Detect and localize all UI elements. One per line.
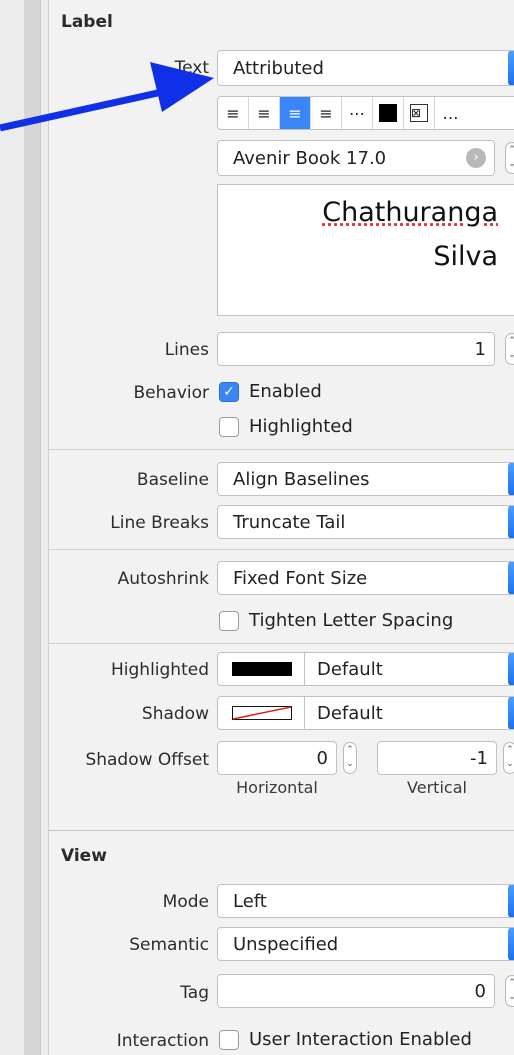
divider: [49, 449, 514, 450]
alignment-segmented-control[interactable]: ≡ ≡ ≡ ≡ ⋯ ⊠ …: [217, 96, 514, 130]
tag-label: Tag: [180, 983, 209, 1003]
semantic-label: Semantic: [129, 935, 209, 955]
mode-popup[interactable]: Left ⬍: [217, 884, 514, 918]
autoshrink-value: Fixed Font Size: [233, 567, 368, 589]
divider: [304, 697, 305, 729]
lines-stepper[interactable]: ⌃⌄: [505, 333, 514, 365]
horizontal-caption: Horizontal: [236, 778, 318, 797]
enabled-checkbox[interactable]: ✓: [219, 382, 239, 402]
text-type-popup[interactable]: Attributed ⬍: [217, 50, 514, 86]
chevron-updown-icon: ⬍: [508, 885, 514, 917]
preview-line-2: Silva: [433, 241, 498, 272]
font-size-stepper[interactable]: ⌃⌄: [505, 142, 514, 174]
shadow-value: Default: [317, 702, 383, 724]
color-swatch: [232, 662, 292, 676]
autoshrink-label: Autoshrink: [117, 569, 209, 589]
mode-value: Left: [233, 890, 267, 912]
chevron-updown-icon: ⬍: [508, 928, 514, 960]
semantic-popup[interactable]: Unspecified ⬍: [217, 927, 514, 961]
background-color-icon[interactable]: ⊠: [404, 97, 435, 129]
horizontal-stepper[interactable]: ⌃ ⌄: [343, 742, 357, 774]
mode-label: Mode: [162, 892, 209, 912]
semantic-value: Unspecified: [233, 933, 339, 955]
vertical-stepper[interactable]: ⌃ ⌄: [503, 742, 514, 774]
vertical-caption: Vertical: [407, 778, 467, 797]
lines-value: 1: [474, 338, 486, 360]
chevron-updown-icon: ⬍: [508, 463, 514, 495]
annotation-arrow-icon: [0, 62, 214, 132]
chevron-updown-icon: ⬍: [508, 51, 514, 85]
align-natural-icon[interactable]: ⋯: [342, 97, 373, 129]
attributed-text-preview[interactable]: Chathuranga Silva: [217, 184, 514, 316]
divider: [49, 549, 514, 550]
baseline-label: Baseline: [136, 470, 209, 490]
divider: [49, 643, 514, 644]
section-title-view: View: [61, 846, 107, 866]
behavior-label: Behavior: [133, 383, 210, 403]
line-breaks-value: Truncate Tail: [233, 511, 346, 533]
more-options-icon[interactable]: …: [435, 97, 466, 129]
divider: [49, 830, 514, 831]
no-color-swatch-icon: [232, 706, 292, 720]
align-center-icon[interactable]: ≡: [249, 97, 280, 129]
highlighted-color-value: Default: [317, 658, 383, 680]
tag-value: 0: [474, 980, 486, 1002]
interaction-label: Interaction: [116, 1031, 209, 1051]
highlighted-checkbox-label: Highlighted: [249, 416, 353, 437]
lines-field[interactable]: 1: [217, 332, 495, 366]
lines-label: Lines: [164, 340, 209, 360]
user-interaction-checkbox[interactable]: [219, 1030, 239, 1050]
user-interaction-label: User Interaction Enabled: [249, 1029, 472, 1050]
chevron-updown-icon: ⬍: [508, 653, 514, 685]
font-value: Avenir Book 17.0: [233, 147, 387, 169]
text-type-value: Attributed: [233, 57, 324, 79]
shadow-color-popup[interactable]: Default ⬍: [217, 696, 514, 730]
text-color-icon[interactable]: [373, 97, 404, 129]
chevron-updown-icon: ⬍: [508, 697, 514, 729]
gutter-scroll-track[interactable]: [24, 0, 41, 1055]
tighten-letter-spacing-label: Tighten Letter Spacing: [249, 610, 454, 631]
align-justify-icon[interactable]: ≡: [311, 97, 342, 129]
highlighted-color-popup[interactable]: Default ⬍: [217, 652, 514, 686]
tag-stepper[interactable]: ⌃⌄: [505, 975, 514, 1007]
highlighted-color-label: Highlighted: [111, 660, 209, 680]
preview-line-1: Chathuranga: [322, 197, 498, 228]
shadow-label: Shadow: [141, 704, 209, 724]
line-breaks-label: Line Breaks: [110, 513, 209, 533]
left-gutter: [0, 0, 48, 1055]
shadow-offset-label: Shadow Offset: [85, 750, 209, 770]
divider: [304, 653, 305, 685]
attributes-inspector: Label Text Attributed ⬍ ≡ ≡ ≡ ≡ ⋯ ⊠ … Av…: [48, 0, 514, 1055]
vertical-value: -1: [470, 747, 488, 769]
font-field[interactable]: Avenir Book 17.0 ›: [217, 140, 495, 176]
baseline-popup[interactable]: Align Baselines ⬍: [217, 462, 514, 496]
autoshrink-popup[interactable]: Fixed Font Size ⬍: [217, 561, 514, 595]
chevron-updown-icon: ⬍: [508, 562, 514, 594]
highlighted-checkbox[interactable]: [219, 417, 239, 437]
horizontal-value: 0: [316, 747, 328, 769]
baseline-value: Align Baselines: [233, 468, 370, 490]
font-picker-icon[interactable]: ›: [466, 148, 486, 168]
align-right-icon[interactable]: ≡: [280, 97, 311, 129]
chevron-updown-icon: ⬍: [508, 506, 514, 538]
shadow-offset-horizontal-field[interactable]: 0: [217, 741, 337, 775]
enabled-label: Enabled: [249, 381, 322, 402]
line-breaks-popup[interactable]: Truncate Tail ⬍: [217, 505, 514, 539]
shadow-offset-vertical-field[interactable]: -1: [377, 741, 497, 775]
tighten-letter-spacing-checkbox[interactable]: [219, 611, 239, 631]
tag-field[interactable]: 0: [217, 974, 495, 1008]
